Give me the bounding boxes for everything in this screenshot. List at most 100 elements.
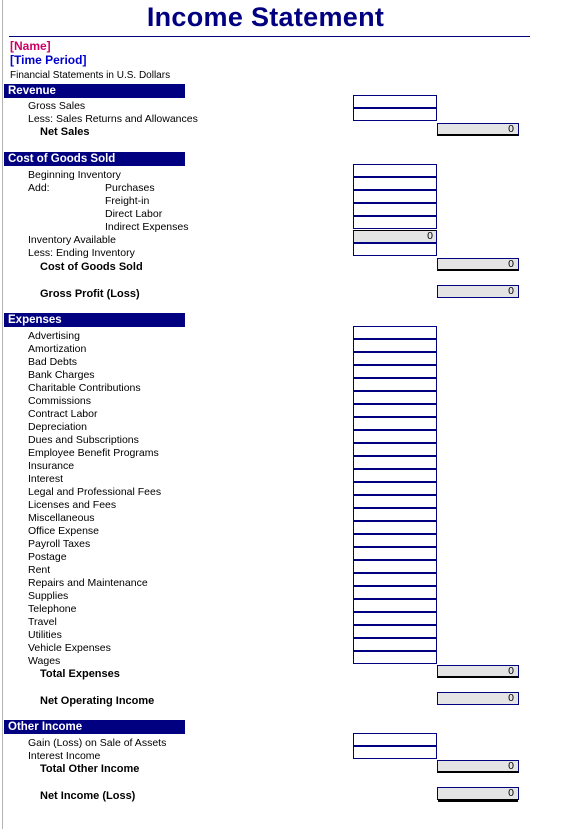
input-sales-returns[interactable]: [353, 108, 437, 121]
row-label-net-income-loss: Net Income (Loss): [40, 790, 136, 802]
row-label-insurance: Insurance: [28, 460, 75, 472]
input-bad-debts[interactable]: [353, 352, 437, 365]
row-label-postage: Postage: [28, 551, 67, 563]
section-header-revenue: Revenue: [4, 84, 185, 98]
row-label-miscellaneous: Miscellaneous: [28, 512, 95, 524]
row-label-bank-charges: Bank Charges: [28, 369, 95, 381]
row-label-beginning-inventory: Beginning Inventory: [28, 169, 121, 181]
input-gain-loss-on-sale-of-assets[interactable]: [353, 733, 437, 746]
row-label-bad-debts: Bad Debts: [28, 356, 78, 368]
row-label-gain-loss-on-sale-of-assets: Gain (Loss) on Sale of Assets: [28, 737, 167, 749]
input-ending-inventory[interactable]: [353, 243, 437, 256]
section-header-cogs: Cost of Goods Sold: [4, 152, 185, 166]
section-header-expenses: Expenses: [4, 313, 185, 327]
row-label-direct-labor: Direct Labor: [105, 208, 163, 220]
row-label-travel: Travel: [28, 616, 57, 628]
row-label-sales-returns: Less: Sales Returns and Allowances: [28, 113, 198, 125]
input-rent[interactable]: [353, 560, 437, 573]
row-label-total-other-income: Total Other Income: [40, 763, 140, 775]
total-expenses: 0: [437, 665, 519, 678]
total-net-operating-income: 0: [437, 692, 519, 705]
input-freight-in[interactable]: [353, 190, 437, 203]
row-label-vehicle-expenses: Vehicle Expenses: [28, 642, 111, 654]
sheet-left-gridline: [2, 0, 3, 829]
input-amortization[interactable]: [353, 339, 437, 352]
row-label-licenses-and-fees: Licenses and Fees: [28, 499, 117, 511]
row-label-charitable-contributions: Charitable Contributions: [28, 382, 141, 394]
currency-note: Financial Statements in U.S. Dollars: [10, 70, 171, 81]
row-label-inventory-available: Inventory Available: [28, 234, 116, 246]
input-contract-labor[interactable]: [353, 404, 437, 417]
input-depreciation[interactable]: [353, 417, 437, 430]
section-header-other-income: Other Income: [4, 720, 185, 734]
input-bank-charges[interactable]: [353, 365, 437, 378]
input-interest[interactable]: [353, 469, 437, 482]
company-name-field[interactable]: [Name]: [10, 39, 51, 53]
row-label-ending-inventory: Less: Ending Inventory: [28, 247, 135, 259]
input-telephone[interactable]: [353, 599, 437, 612]
input-dues-and-subscriptions[interactable]: [353, 430, 437, 443]
row-label-wages: Wages: [28, 655, 61, 667]
row-label-purchases: Purchases: [105, 182, 155, 194]
row-label-depreciation: Depreciation: [28, 421, 87, 433]
page-title: Income Statement: [146, 2, 385, 32]
row-label-legal-and-professional-fees: Legal and Professional Fees: [28, 486, 162, 498]
row-label-interest: Interest: [28, 473, 64, 485]
row-label-freight-in: Freight-in: [105, 195, 150, 207]
row-label-telephone: Telephone: [28, 603, 77, 615]
input-insurance[interactable]: [353, 456, 437, 469]
row-label-advertising: Advertising: [28, 330, 80, 342]
total-net-income-loss: 0: [437, 787, 519, 800]
input-commissions[interactable]: [353, 391, 437, 404]
row-label-dues-and-subscriptions: Dues and Subscriptions: [28, 434, 139, 446]
input-office-expense[interactable]: [353, 521, 437, 534]
row-label-total-expenses: Total Expenses: [40, 668, 120, 680]
income-statement-sheet: Income Statement [Name] [Time Period] Fi…: [0, 0, 583, 829]
input-purchases[interactable]: [353, 177, 437, 190]
row-label-utilities: Utilities: [28, 629, 62, 641]
input-charitable-contributions[interactable]: [353, 378, 437, 391]
input-legal-and-professional-fees[interactable]: [353, 482, 437, 495]
input-interest-income[interactable]: [353, 746, 437, 759]
row-label-net-operating-income: Net Operating Income: [40, 695, 155, 707]
row-label-add: Add:: [28, 182, 50, 194]
input-miscellaneous[interactable]: [353, 508, 437, 521]
input-employee-benefit-programs[interactable]: [353, 443, 437, 456]
input-repairs-and-maintenance[interactable]: [353, 573, 437, 586]
total-gross-profit: 0: [437, 285, 519, 298]
title-divider: [9, 36, 530, 37]
input-vehicle-expenses[interactable]: [353, 638, 437, 651]
row-label-interest-income: Interest Income: [28, 750, 101, 762]
row-label-rent: Rent: [28, 564, 51, 576]
total-net-sales: 0: [437, 123, 519, 136]
row-label-contract-labor: Contract Labor: [28, 408, 98, 420]
input-advertising[interactable]: [353, 326, 437, 339]
input-licenses-and-fees[interactable]: [353, 495, 437, 508]
row-label-gross-sales: Gross Sales: [28, 100, 86, 112]
row-label-cost-of-goods-sold: Cost of Goods Sold: [40, 261, 143, 273]
input-postage[interactable]: [353, 547, 437, 560]
input-indirect-expenses[interactable]: [353, 216, 437, 229]
row-label-supplies: Supplies: [28, 590, 69, 602]
row-label-gross-profit: Gross Profit (Loss): [40, 288, 140, 300]
row-label-indirect-expenses: Indirect Expenses: [105, 221, 189, 233]
total-other-income: 0: [437, 760, 519, 773]
total-cost-of-goods-sold: 0: [437, 258, 519, 271]
input-travel[interactable]: [353, 612, 437, 625]
row-label-employee-benefit-programs: Employee Benefit Programs: [28, 447, 159, 459]
row-label-commissions: Commissions: [28, 395, 92, 407]
row-label-amortization: Amortization: [28, 343, 87, 355]
input-payroll-taxes[interactable]: [353, 534, 437, 547]
row-label-payroll-taxes: Payroll Taxes: [28, 538, 91, 550]
row-label-office-expense: Office Expense: [28, 525, 100, 537]
subtotal-inventory-available: 0: [353, 230, 437, 243]
row-label-repairs-and-maintenance: Repairs and Maintenance: [28, 577, 148, 589]
input-supplies[interactable]: [353, 586, 437, 599]
row-label-net-sales: Net Sales: [40, 126, 90, 138]
input-utilities[interactable]: [353, 625, 437, 638]
input-direct-labor[interactable]: [353, 203, 437, 216]
time-period-field[interactable]: [Time Period]: [10, 53, 86, 67]
input-beginning-inventory[interactable]: [353, 164, 437, 177]
input-wages[interactable]: [353, 651, 437, 664]
input-gross-sales[interactable]: [353, 95, 437, 108]
